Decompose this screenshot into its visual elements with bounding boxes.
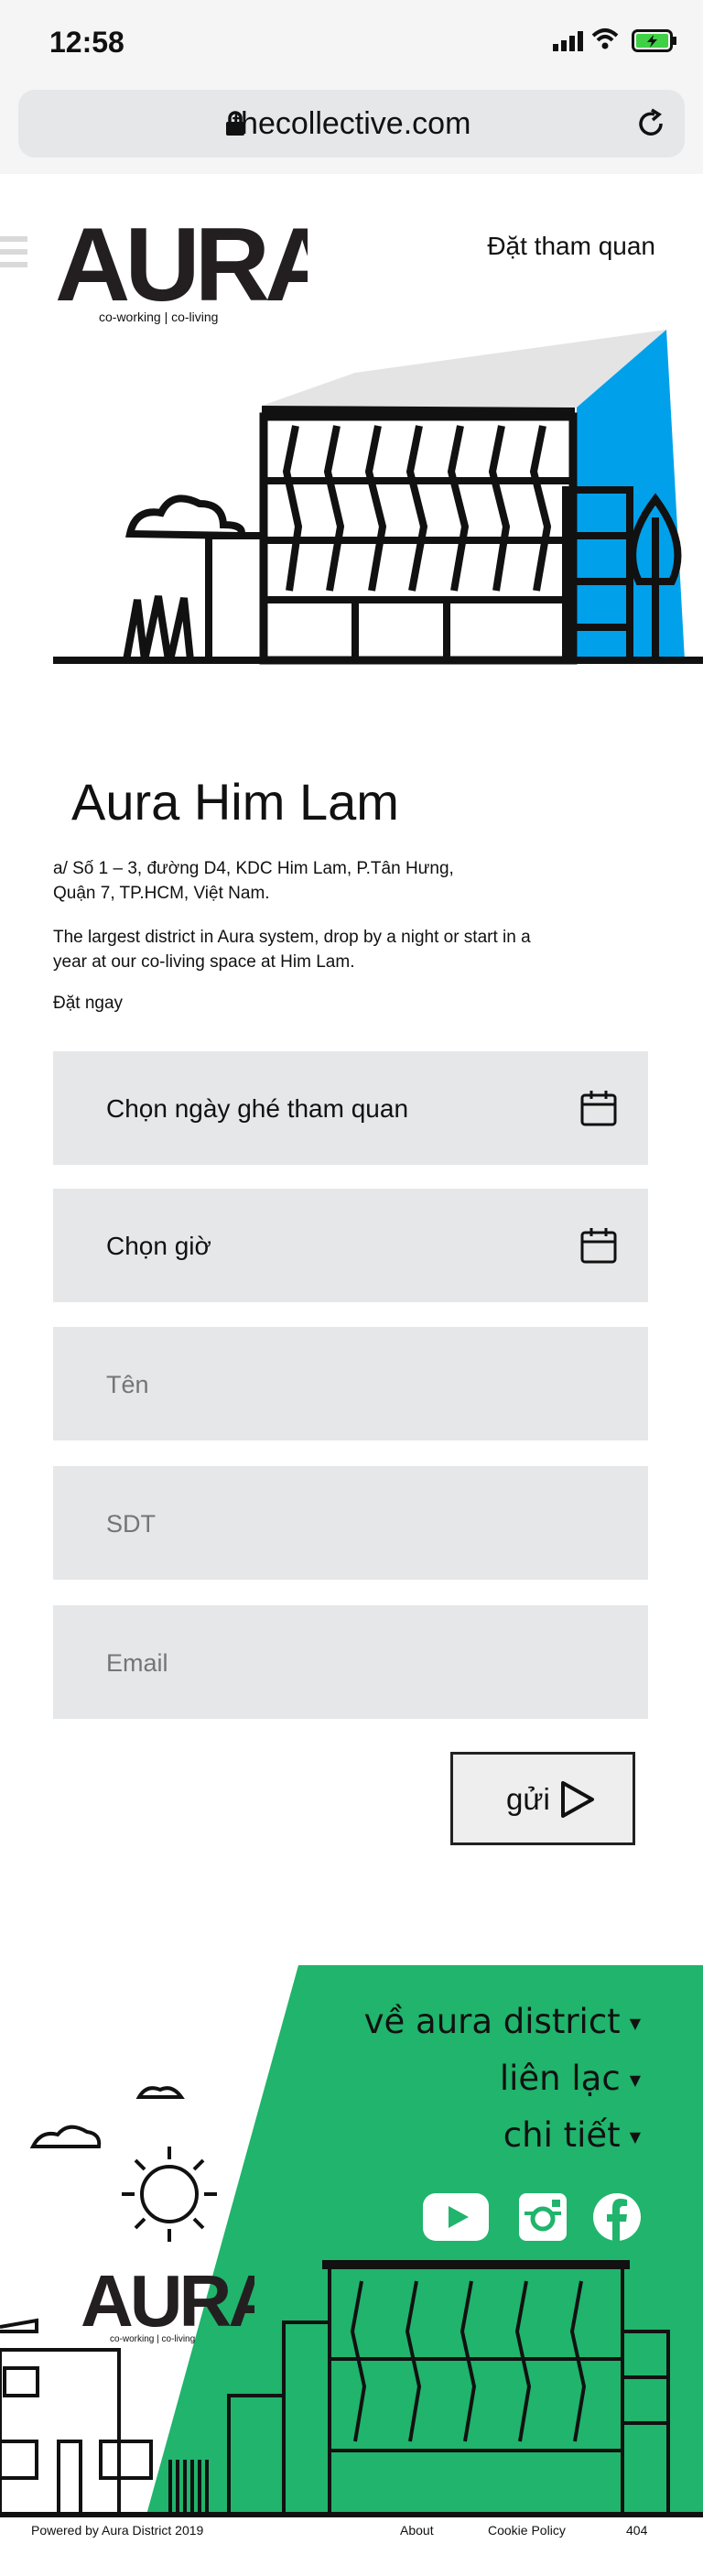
submit-label: gửi [506, 1782, 550, 1816]
footer-logo-tagline: co-working | co-living [110, 2334, 196, 2344]
footer-nav-label: về aura district [363, 2002, 621, 2041]
facebook-icon[interactable] [593, 2193, 641, 2245]
signal-icon [553, 31, 586, 56]
description-line: year at our co-living space at Him Lam. [53, 952, 355, 972]
footer-nav-contact[interactable]: liên lạc ▼ [500, 2059, 641, 2098]
battery-icon [632, 29, 677, 58]
aura-logo-wordmark: AURA [55, 207, 343, 323]
svg-text:AURA: AURA [55, 220, 308, 310]
calendar-icon[interactable] [580, 1227, 617, 1268]
time-picker-field[interactable]: Chọn giờ [53, 1189, 648, 1302]
footer-aura-logo[interactable]: AURA [81, 2260, 283, 2342]
svg-text:AURA: AURA [81, 2269, 254, 2333]
book-tour-link[interactable]: Đặt tham quan [487, 232, 655, 261]
menu-icon[interactable] [0, 236, 27, 275]
building-illustration [53, 325, 703, 678]
location-description: The largest district in Aura system, dro… [53, 925, 547, 974]
footer-link-cookie-policy[interactable]: Cookie Policy [488, 2523, 566, 2538]
name-input[interactable] [106, 1371, 582, 1399]
aura-logo[interactable]: AURA [55, 207, 343, 323]
play-arrow-icon [559, 1780, 596, 1823]
caret-down-icon: ▼ [629, 2015, 641, 2032]
wifi-icon [591, 27, 619, 54]
phone-input[interactable] [106, 1510, 582, 1538]
footer-nav-about[interactable]: về aura district ▼ [364, 2002, 641, 2041]
caret-down-icon: ▼ [629, 2071, 641, 2089]
email-field[interactable] [53, 1605, 648, 1719]
description-line: The largest district in Aura system, dro… [53, 928, 531, 947]
name-field[interactable] [53, 1327, 648, 1440]
address-bar[interactable]: thecollective.com [18, 90, 685, 158]
submit-button[interactable]: gửi [450, 1752, 635, 1845]
footer-nav-label: liên lạc [499, 2059, 621, 2098]
location-address: a/ Số 1 – 3, đường D4, KDC Him Lam, P.Tâ… [53, 856, 529, 906]
instagram-icon[interactable] [519, 2193, 567, 2245]
phone-field[interactable] [53, 1466, 648, 1580]
footer-logo-wordmark: AURA [81, 2260, 283, 2342]
caret-down-icon: ▼ [629, 2128, 641, 2146]
footer-nav-details[interactable]: chi tiết ▼ [503, 2115, 641, 2155]
date-picker-label: Chọn ngày ghé tham quan [106, 1094, 409, 1123]
email-input[interactable] [106, 1649, 582, 1678]
reload-icon[interactable] [633, 106, 668, 146]
youtube-icon[interactable] [423, 2193, 489, 2245]
url-text: thecollective.com [232, 106, 471, 141]
address-line: a/ Số 1 – 3, đường D4, KDC Him Lam, P.Tâ… [53, 859, 454, 878]
address-line: Quận 7, TP.HCM, Việt Nam. [53, 884, 270, 903]
footer-link-about[interactable]: About [400, 2523, 434, 2538]
book-now-label: Đặt ngay [53, 994, 124, 1013]
calendar-icon[interactable] [580, 1090, 617, 1131]
powered-by-text: Powered by Aura District 2019 [31, 2523, 204, 2538]
footer-link-404[interactable]: 404 [626, 2523, 647, 2538]
logo-tagline: co-working | co-living [99, 310, 219, 324]
date-picker-field[interactable]: Chọn ngày ghé tham quan [53, 1051, 648, 1165]
time-picker-label: Chọn giờ [106, 1232, 211, 1260]
status-bar: 12:58 [0, 0, 703, 88]
status-time: 12:58 [49, 26, 124, 59]
location-title: Aura Him Lam [71, 773, 399, 831]
footer-nav-label: chi tiết [503, 2115, 621, 2155]
